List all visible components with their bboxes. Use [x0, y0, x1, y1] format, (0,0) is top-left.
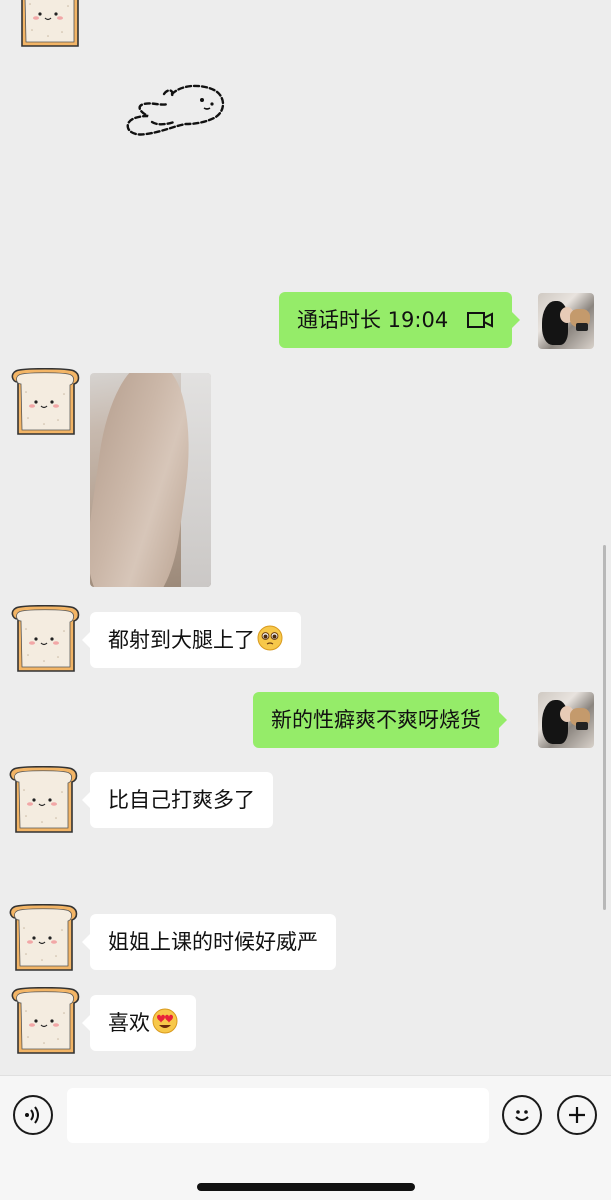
- message-text: 姐姐上课的时候好威严: [108, 930, 318, 954]
- scrollbar[interactable]: [603, 545, 606, 910]
- sender-avatar[interactable]: [6, 904, 80, 974]
- plus-icon: [569, 1107, 585, 1123]
- toast-bread-avatar-icon: [6, 904, 80, 974]
- chat-area[interactable]: 通话时长 19:04 都射到大腿上了 新的性癖爽不爽呀烧货 比自己打爽多了 姐姐…: [0, 0, 611, 1075]
- toast-bread-avatar-icon: [8, 987, 82, 1057]
- message-text: 喜欢: [108, 1011, 150, 1035]
- sender-avatar[interactable]: [8, 368, 82, 438]
- call-duration-text: 通话时长 19:04: [297, 308, 449, 332]
- message-bubble[interactable]: 都射到大腿上了: [82, 612, 301, 668]
- sender-avatar[interactable]: [8, 987, 82, 1057]
- message-bubble[interactable]: 喜欢: [82, 995, 196, 1051]
- voice-button[interactable]: [13, 1095, 53, 1135]
- smiley-icon: [515, 1110, 529, 1121]
- sender-avatar[interactable]: [6, 766, 80, 836]
- toast-bread-avatar-icon: [8, 368, 82, 438]
- message-bubble[interactable]: 新的性癖爽不爽呀烧货: [253, 692, 507, 748]
- toast-bread-avatar-icon: [8, 605, 82, 675]
- emoji-button[interactable]: [502, 1095, 542, 1135]
- message-text: 新的性癖爽不爽呀烧货: [271, 708, 481, 732]
- message-bubble[interactable]: 姐姐上课的时候好威严: [82, 914, 336, 970]
- toast-bread-avatar-icon: [12, 0, 86, 50]
- toast-bread-avatar-icon: [6, 766, 80, 836]
- pleading-face-emoji-icon: [257, 625, 283, 651]
- video-call-icon: [466, 295, 494, 351]
- call-duration-bubble[interactable]: 通话时长 19:04: [279, 292, 521, 351]
- voice-icon: [25, 1106, 39, 1124]
- sender-avatar[interactable]: [8, 605, 82, 675]
- heart-eyes-emoji-icon: [152, 1008, 178, 1034]
- message-input[interactable]: [67, 1088, 489, 1143]
- sender-avatar[interactable]: [12, 0, 86, 50]
- message-bubble[interactable]: 比自己打爽多了: [82, 772, 273, 828]
- input-bar: [0, 1075, 611, 1200]
- message-text: 都射到大腿上了: [108, 628, 255, 652]
- my-avatar[interactable]: [538, 293, 594, 349]
- more-button[interactable]: [557, 1095, 597, 1135]
- photo-message[interactable]: [90, 373, 211, 587]
- message-text: 比自己打爽多了: [108, 788, 255, 812]
- home-indicator[interactable]: [197, 1183, 415, 1191]
- my-avatar[interactable]: [538, 692, 594, 748]
- doodle-dog-sticker-icon[interactable]: [122, 82, 228, 142]
